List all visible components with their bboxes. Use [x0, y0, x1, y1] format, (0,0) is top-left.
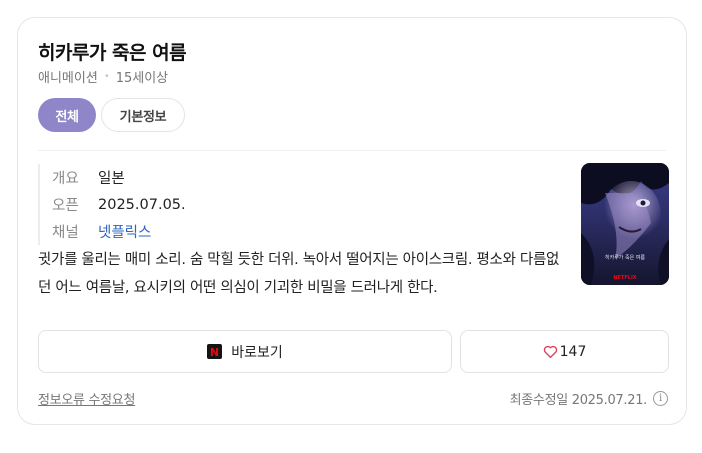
open-date: 2025.07.05. — [98, 196, 186, 213]
poster-netflix-text: NETFLIX — [613, 275, 636, 281]
page-title: 히카루가 죽은 여름 — [38, 42, 187, 64]
age-rating: 15세이상 — [115, 71, 169, 86]
info-icon[interactable]: i — [653, 391, 668, 406]
separator-dot: • — [103, 71, 110, 82]
overview-label: 개요 — [52, 171, 79, 187]
overview-value: 일본 — [98, 171, 125, 187]
open-label: 오픈 — [52, 198, 79, 214]
tab-basic-info[interactable]: 기본정보 — [101, 98, 185, 132]
tab-all[interactable]: 전체 — [38, 98, 96, 132]
netflix-logo-letter: N — [210, 346, 219, 357]
like-count: 147 — [559, 343, 587, 360]
netflix-icon: N — [207, 344, 223, 359]
content-card: 히카루가 죽은 여름 애니메이션 • 15세이상 전체 기본정보 개요 일본 오… — [17, 17, 687, 425]
poster-image[interactable]: 히카루가 죽은 여름 NETFLIX — [581, 163, 669, 285]
genre-label: 애니메이션 — [38, 71, 98, 86]
like-button[interactable]: 147 — [460, 330, 669, 373]
info-row-open: 오픈 2025.07.05. — [52, 191, 558, 218]
tab-bar: 전체 기본정보 — [38, 98, 185, 132]
poster-title-text: 히카루가 죽은 여름 — [605, 254, 645, 261]
report-error-link[interactable]: 정보오류 수정요청 — [38, 389, 135, 408]
watch-now-label: 바로보기 — [231, 344, 283, 361]
last-updated: 최종수정일 2025.07.21. i — [510, 389, 668, 408]
synopsis-text: 귓가를 울리는 매미 소리. 숨 막힐 듯한 더위. 녹아서 떨어지는 아이스크… — [38, 252, 560, 296]
channel-label: 채널 — [52, 225, 79, 241]
poster-artwork: 히카루가 죽은 여름 NETFLIX — [581, 163, 669, 285]
last-updated-text: 최종수정일 2025.07.21. — [509, 393, 648, 408]
info-row-overview: 개요 일본 — [52, 164, 558, 191]
heart-icon — [543, 345, 558, 358]
section-divider — [38, 150, 666, 151]
meta-line: 애니메이션 • 15세이상 — [38, 67, 168, 86]
channel-link[interactable]: 넷플릭스 — [98, 221, 151, 242]
info-row-channel: 채널 넷플릭스 — [52, 218, 558, 245]
watch-now-button[interactable]: N 바로보기 — [38, 330, 452, 373]
info-list: 개요 일본 오픈 2025.07.05. 채널 넷플릭스 — [38, 164, 558, 245]
